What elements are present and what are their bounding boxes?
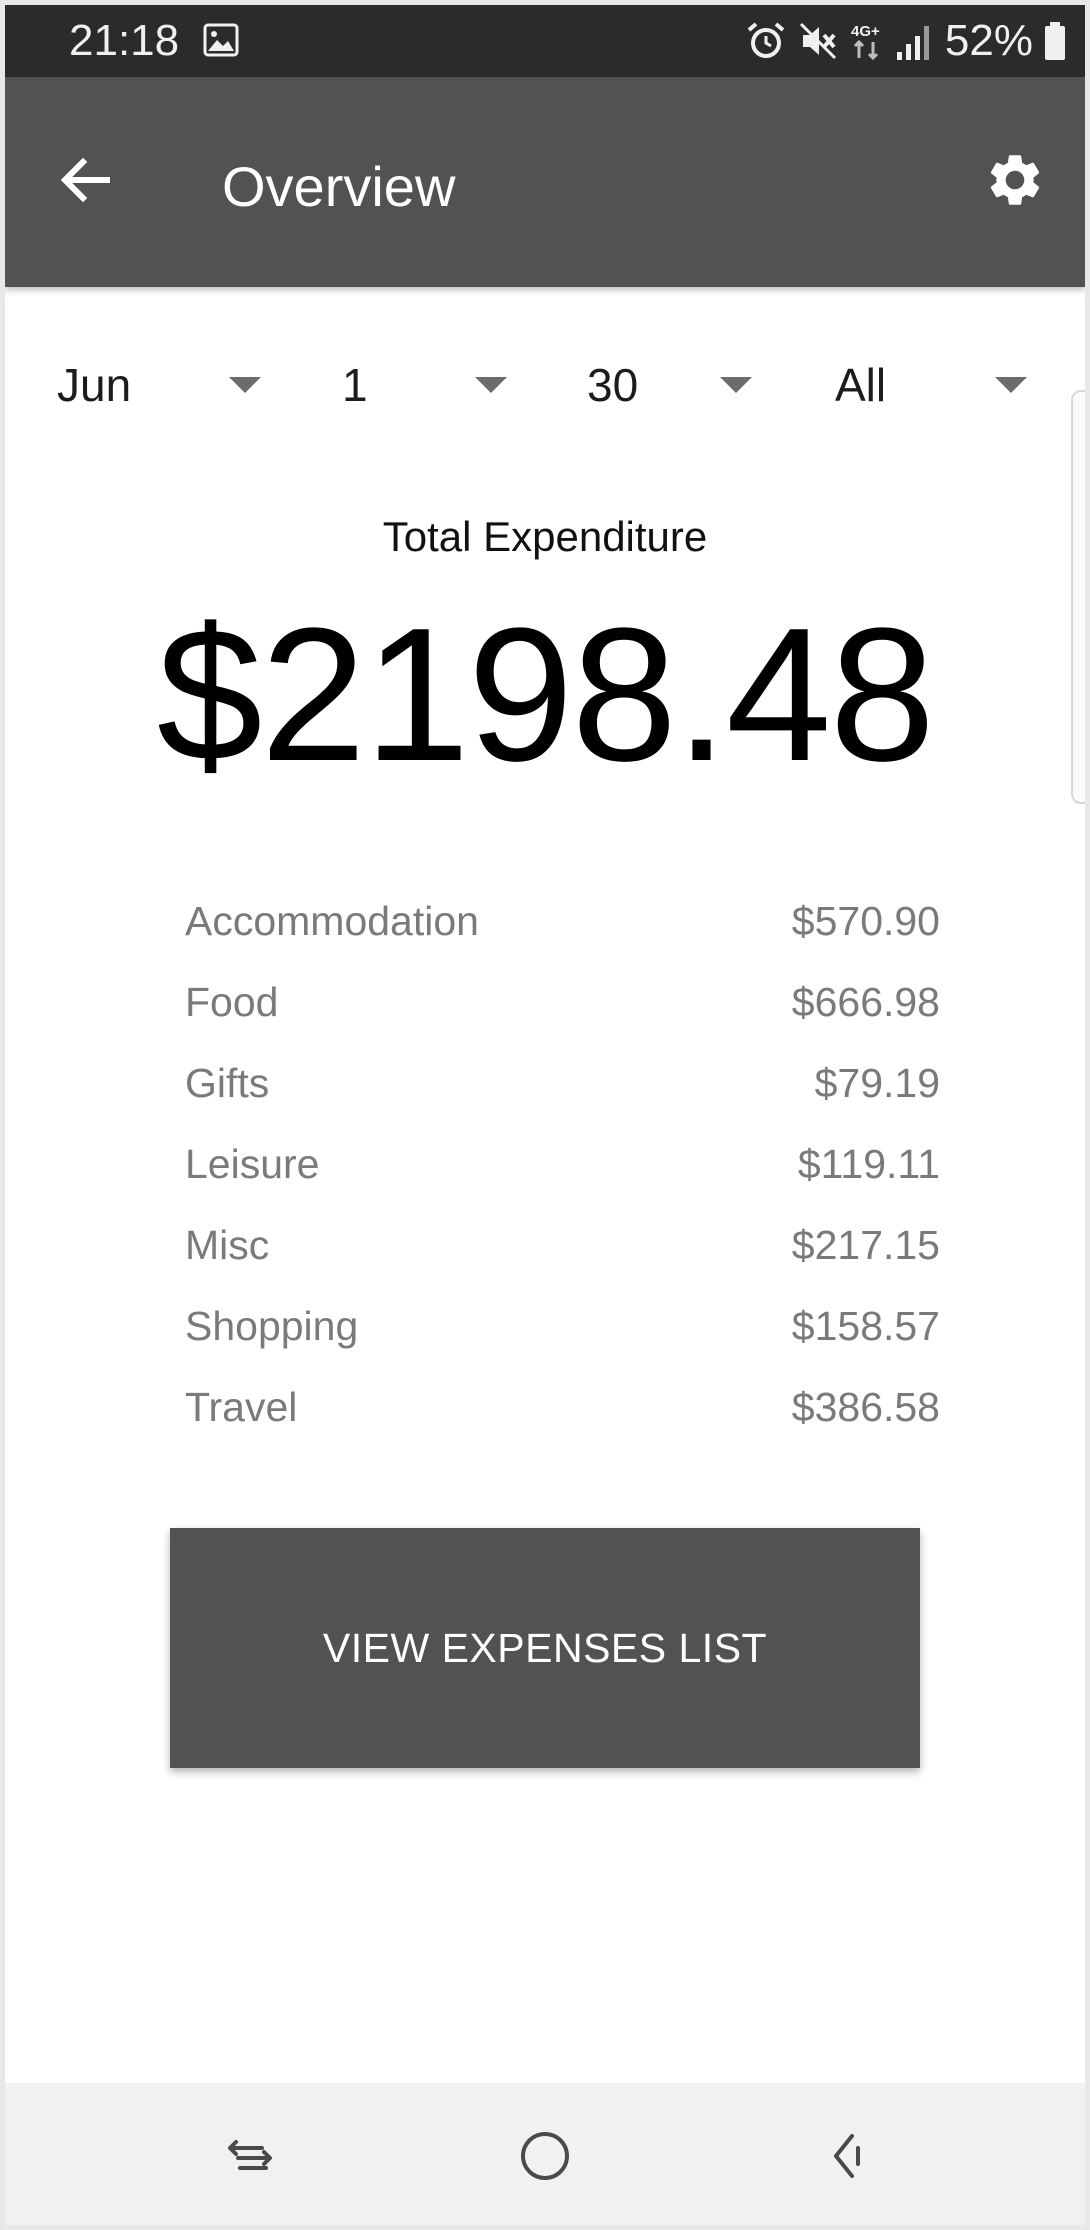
page-title: Overview (222, 155, 456, 218)
status-icons: 4G+ 52% (745, 15, 1067, 67)
battery-icon (1043, 20, 1067, 62)
category-name: Food (185, 979, 279, 1025)
settings-button[interactable] (975, 142, 1055, 222)
end-day-value: 30 (587, 359, 639, 411)
view-expenses-button[interactable]: VIEW EXPENSES LIST (170, 1528, 920, 1768)
list-item: Shopping $158.57 (185, 1303, 940, 1384)
recent-apps-button[interactable] (210, 2118, 290, 2198)
home-button[interactable] (505, 2118, 585, 2198)
month-value: Jun (57, 359, 132, 411)
list-item: Leisure $119.11 (185, 1141, 940, 1222)
total-label: Total Expenditure (382, 513, 708, 560)
chevron-down-icon (995, 377, 1027, 393)
list-item: Gifts $79.19 (185, 1060, 940, 1141)
category-name: Leisure (185, 1141, 320, 1187)
screen: 21:18 4G+ 52% Overview Jun 1 30 All Tota… (5, 5, 1085, 2225)
svg-text:4G+: 4G+ (851, 23, 880, 40)
end-day-dropdown[interactable]: 30 (587, 345, 767, 425)
list-item: Misc $217.15 (185, 1222, 940, 1303)
category-amount: $158.57 (791, 1303, 940, 1349)
month-dropdown[interactable]: Jun (57, 345, 277, 425)
chevron-down-icon (229, 377, 261, 393)
back-icon (822, 2128, 878, 2189)
category-dropdown[interactable]: All (835, 345, 1035, 425)
start-day-dropdown[interactable]: 1 (342, 345, 522, 425)
alarm-icon (745, 20, 787, 62)
list-item: Food $666.98 (185, 979, 940, 1060)
total-amount: $2198.48 (156, 589, 935, 801)
recent-apps-icon (222, 2128, 278, 2189)
4g-icon: 4G+ (849, 20, 885, 62)
category-name: Shopping (185, 1303, 359, 1349)
battery-percent: 52% (944, 16, 1033, 65)
category-amount: $666.98 (791, 979, 940, 1025)
chevron-down-icon (475, 377, 507, 393)
status-bar: 21:18 4G+ 52% (5, 5, 1085, 77)
list-item: Travel $386.58 (185, 1384, 940, 1465)
category-list: Accommodation $570.90 Food $666.98 Gifts… (185, 898, 940, 1465)
gallery-icon (203, 23, 239, 57)
start-day-value: 1 (342, 359, 368, 411)
category-amount: $119.11 (797, 1141, 940, 1187)
home-icon (517, 2128, 573, 2189)
category-amount: $79.19 (814, 1060, 940, 1106)
list-item: Accommodation $570.90 (185, 898, 940, 979)
filter-bar: Jun 1 30 All (5, 345, 1085, 425)
signal-icon (895, 20, 935, 62)
app-bar: Overview (5, 77, 1085, 287)
back-button[interactable] (45, 142, 125, 222)
category-name: Misc (185, 1222, 270, 1268)
nav-back-button[interactable] (810, 2118, 890, 2198)
category-name: Accommodation (185, 898, 479, 944)
category-value: All (835, 359, 887, 411)
category-amount: $386.58 (791, 1384, 940, 1430)
arrow-back-icon (57, 152, 113, 213)
status-time: 21:18 (69, 16, 180, 65)
category-name: Gifts (185, 1060, 270, 1106)
chevron-down-icon (720, 377, 752, 393)
category-amount: $570.90 (791, 898, 940, 944)
category-amount: $217.15 (791, 1222, 940, 1268)
mute-icon (797, 20, 839, 62)
navigation-bar (5, 2083, 1085, 2225)
category-name: Travel (185, 1384, 298, 1430)
gear-icon (984, 149, 1046, 216)
